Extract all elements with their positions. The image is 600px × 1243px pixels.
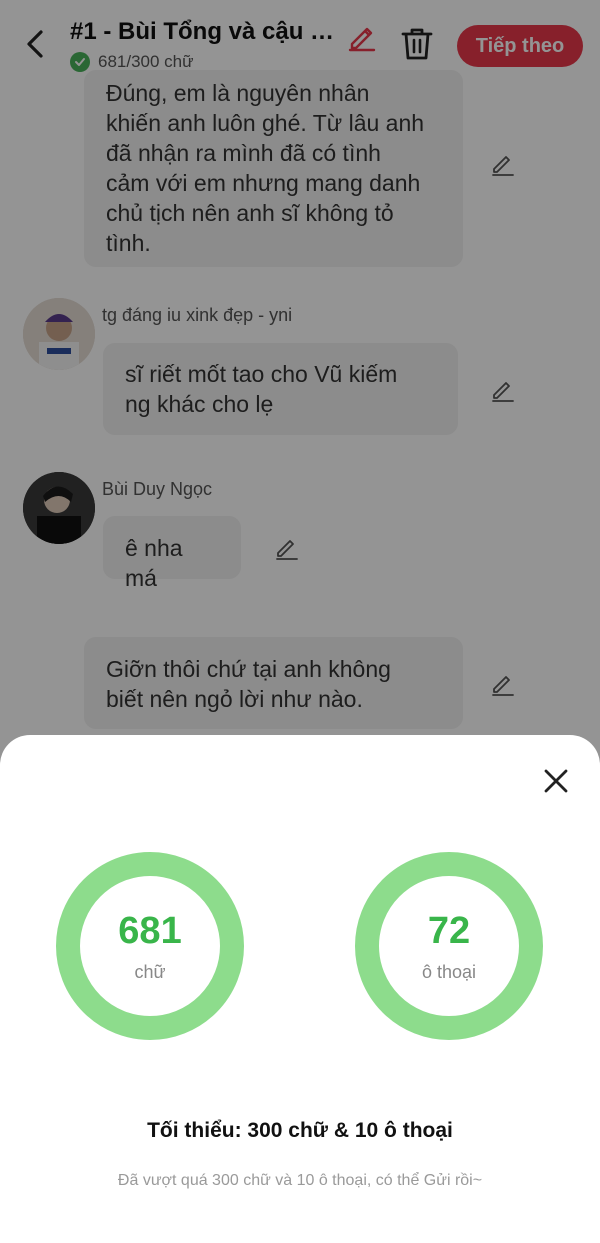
close-icon [544,769,568,793]
submit-hint: Đã vượt quá 300 chữ và 10 ô thoại, có th… [117,1172,483,1189]
word-count-ring: 681 chữ [56,852,244,1040]
dialogue-count-value: 72 [427,910,471,952]
close-button[interactable] [538,763,574,799]
dialogue-count-label: ô thoại [421,962,477,982]
minimum-requirement: Tối thiểu: 300 chữ & 10 ô thoại [147,1119,453,1142]
dialogue-count-ring: 72 ô thoại [355,852,543,1040]
stats-bottom-sheet: 681 chữ 72 ô thoại Tối thiểu: 300 chữ & … [0,735,600,1243]
word-count-label: chữ [134,962,166,982]
word-count-value: 681 [118,910,182,952]
